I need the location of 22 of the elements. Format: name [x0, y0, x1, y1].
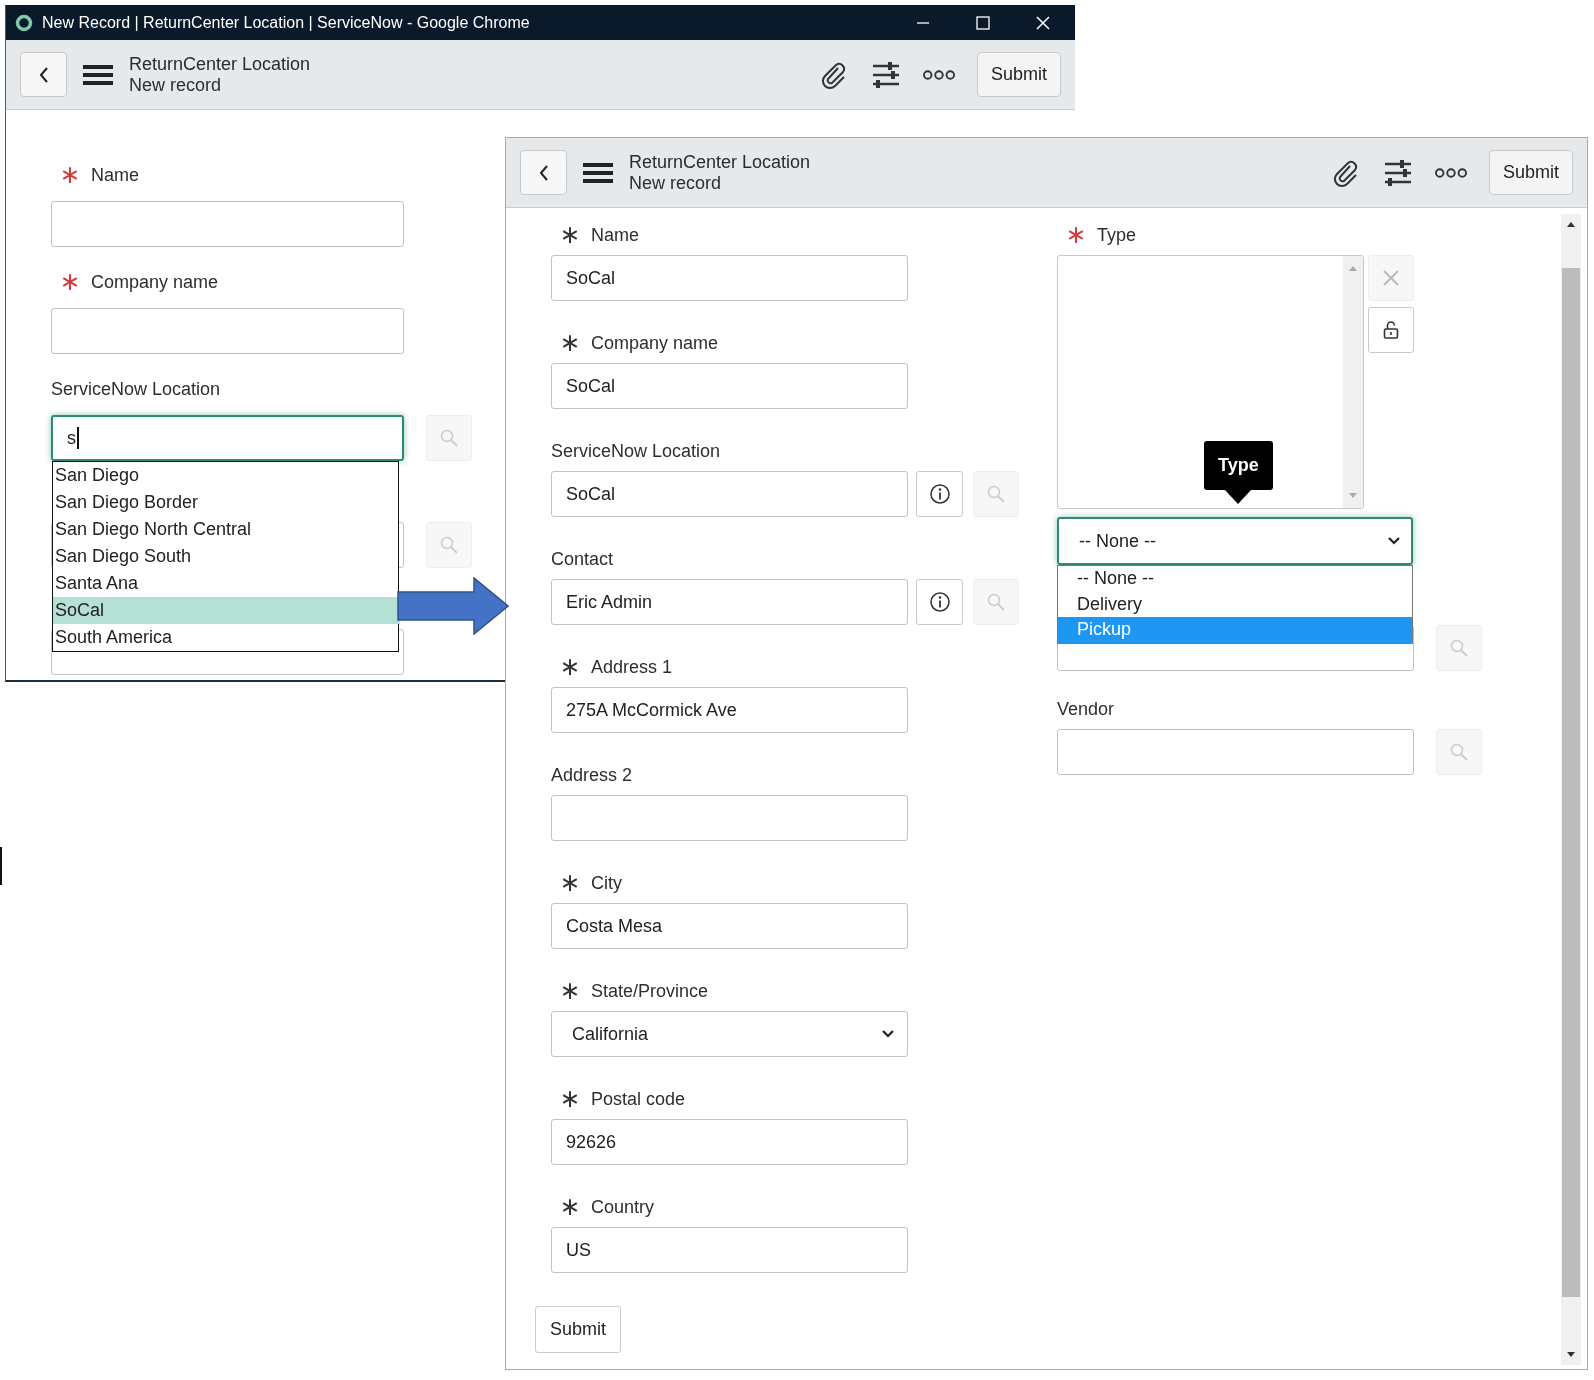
- field-label: State/Province: [591, 980, 709, 1002]
- field-label: Postal code: [591, 1088, 686, 1110]
- field-label: Vendor: [1057, 698, 1115, 720]
- field-label: Company name: [91, 271, 219, 293]
- field-label: Address 1: [591, 656, 673, 678]
- form-subtitle: New record: [629, 172, 723, 194]
- field-label: Type: [1097, 224, 1137, 246]
- field-label: Company name: [591, 332, 719, 354]
- field-value: s: [67, 427, 76, 449]
- field-label: City: [591, 872, 622, 894]
- field-label: Contact: [551, 548, 614, 570]
- field-label: Address 2: [551, 764, 633, 786]
- form-title: ReturnCenter Location: [129, 53, 312, 75]
- form-subtitle: New record: [129, 74, 223, 96]
- form-title: ReturnCenter Location: [629, 151, 812, 173]
- field-label: Country: [591, 1196, 655, 1218]
- field-label: Name: [591, 224, 639, 246]
- tooltip: Type: [1204, 441, 1273, 504]
- window-title: New Record | ReturnCenter Location | ServiceNow - Google Chrome: [42, 13, 531, 32]
- field-label: ServiceNow Location: [51, 378, 221, 400]
- field-label: ServiceNow Location: [551, 440, 721, 462]
- field-label: Name: [91, 164, 139, 186]
